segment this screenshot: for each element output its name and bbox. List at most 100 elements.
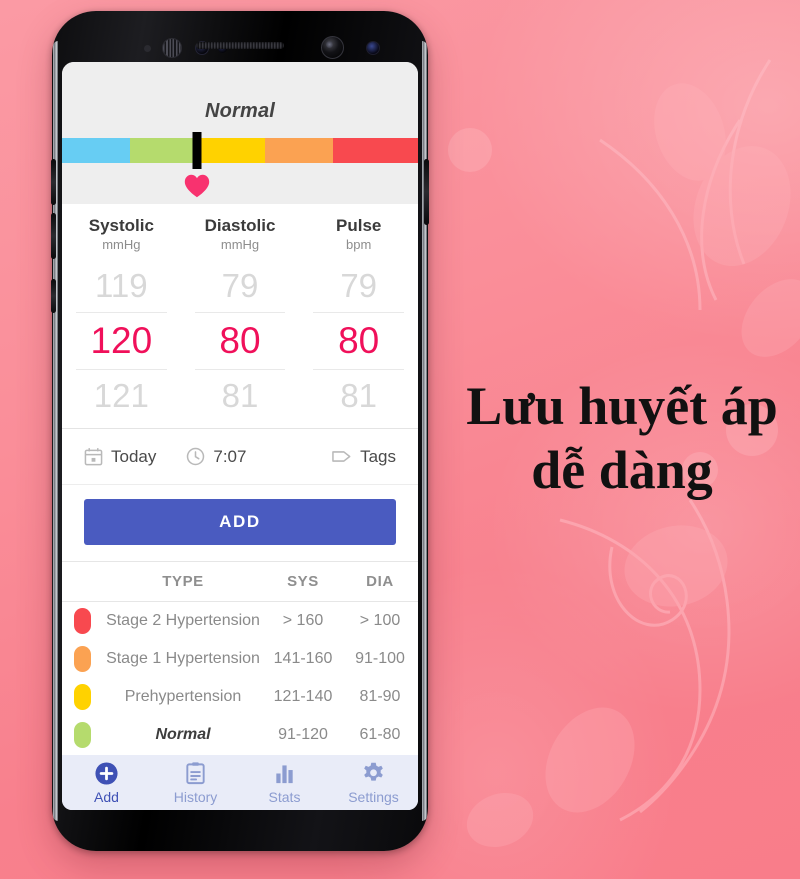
tag-icon — [332, 451, 351, 462]
heart-icon — [185, 174, 210, 198]
table-header-type: TYPE — [162, 573, 204, 590]
picker-unit: mmHg — [220, 237, 260, 252]
date-value: Today — [111, 446, 157, 466]
picker-title: Pulse — [336, 216, 382, 235]
volume-down-button[interactable] — [51, 213, 56, 259]
power-button[interactable] — [424, 159, 429, 225]
measurement-pickers: Systolic mmHg 119 120 121 Diastolic mmHg… — [62, 204, 418, 429]
table-cell-dia: 91-100 — [355, 650, 405, 667]
table-row[interactable]: Stage 1 Hypertension 141-160 91-100 — [62, 640, 418, 678]
headline-line-2: dễ dàng — [531, 439, 713, 500]
nav-label-add: Add — [94, 788, 119, 805]
table-row[interactable]: Normal 91-120 61-80 — [62, 716, 418, 754]
table-row[interactable]: Stage 2 Hypertension > 160 > 100 — [62, 602, 418, 640]
add-button[interactable]: ADD — [84, 499, 396, 545]
headline-line-1: Lưu huyết áp — [466, 376, 778, 436]
picker-previous-value[interactable]: 119 — [62, 260, 181, 312]
table-cell-sys: 91-120 — [278, 726, 328, 743]
nav-item-settings[interactable]: Settings — [329, 761, 418, 805]
time-selector[interactable]: 7:07 — [186, 447, 246, 467]
bottom-navigation-bar: Add History Stats Settings — [62, 755, 418, 810]
table-header-dia: DIA — [366, 573, 394, 590]
iris-scanner-icon — [162, 38, 182, 58]
time-value: 7:07 — [213, 446, 247, 466]
table-cell-sys: 121-140 — [273, 688, 333, 705]
date-selector[interactable]: Today — [84, 447, 156, 467]
table-header-sys: SYS — [287, 573, 319, 590]
phone-right-rail — [422, 41, 427, 821]
picker-current-value[interactable]: 80 — [181, 313, 300, 369]
gauge-category-label: Normal — [204, 100, 276, 122]
gauge-segment — [129, 138, 198, 163]
phone-screen: Normal Systolic mmHg 119 120 121 Diastol… — [62, 62, 418, 810]
table-row-color-cell — [62, 646, 102, 672]
gear-icon — [364, 762, 383, 781]
picker-title: Diastolic — [204, 216, 276, 235]
tags-label: Tags — [360, 446, 396, 466]
picker-current-value[interactable]: 120 — [62, 313, 181, 369]
table-header-row: TYPE SYS DIA — [62, 562, 418, 602]
table-body: Stage 2 Hypertension > 160 > 100 Stage 1 Hy… — [62, 602, 418, 754]
table-cell-type: Stage 1 Hypertension — [106, 650, 260, 667]
nav-label-stats: Stats — [268, 788, 301, 805]
picker-systolic[interactable]: Systolic mmHg 119 120 121 — [62, 215, 181, 422]
entry-meta-row: Today 7:07 Tags — [62, 429, 418, 485]
table-cell-dia: > 100 — [359, 612, 401, 629]
add-circle-icon — [95, 761, 118, 785]
picker-diastolic[interactable]: Diastolic mmHg 79 80 81 — [181, 215, 300, 422]
table-row-color-cell — [62, 722, 102, 748]
blood-pressure-reference-table: TYPE SYS DIA Stage 2 Hypertension > 160 > … — [62, 561, 418, 754]
table-row-color-cell — [62, 608, 102, 634]
category-color-dot — [73, 608, 91, 634]
phone-mockup: Normal Systolic mmHg 119 120 121 Diastol… — [51, 11, 429, 851]
picker-unit: bpm — [346, 237, 372, 252]
calendar-icon — [84, 448, 103, 466]
picker-unit: mmHg — [102, 237, 141, 252]
picker-current-value[interactable]: 80 — [299, 313, 418, 369]
picker-previous-value[interactable]: 79 — [181, 260, 300, 312]
gauge-color-bar — [62, 138, 418, 163]
table-cell-type: Stage 2 Hypertension — [106, 612, 260, 629]
led-indicator-icon — [366, 41, 380, 55]
table-cell-sys: 141-160 — [273, 650, 333, 667]
picker-title: Systolic — [88, 216, 154, 235]
table-row-color-cell — [62, 684, 102, 710]
category-color-dot — [73, 684, 91, 710]
clipboard-icon — [186, 761, 205, 784]
table-cell-sys: > 160 — [282, 612, 324, 629]
add-button-container: ADD — [62, 485, 418, 561]
table-cell-dia: 81-90 — [359, 688, 401, 705]
gauge-segment — [62, 138, 130, 163]
picker-next-value[interactable]: 81 — [299, 370, 418, 422]
nav-item-add[interactable]: Add — [62, 761, 151, 805]
infrared-sensor-icon — [144, 45, 151, 52]
picker-pulse[interactable]: Pulse bpm 79 80 81 — [299, 215, 418, 422]
picker-next-value[interactable]: 81 — [181, 370, 300, 422]
gauge-segment — [264, 138, 333, 163]
category-color-dot — [73, 722, 91, 748]
category-color-dot — [73, 646, 91, 672]
front-camera-icon — [321, 36, 344, 59]
gauge-segment — [332, 138, 418, 163]
headline: Lưu huyết áp dễ dàng — [452, 375, 792, 502]
bar-chart-icon — [276, 764, 293, 783]
picker-next-value[interactable]: 121 — [62, 370, 181, 422]
nav-item-stats[interactable]: Stats — [240, 761, 329, 805]
tags-selector[interactable]: Tags — [331, 447, 396, 467]
blood-pressure-gauge: Normal — [62, 62, 418, 204]
picker-previous-value[interactable]: 79 — [299, 260, 418, 312]
table-cell-dia: 61-80 — [359, 726, 401, 743]
phone-top-bezel — [52, 11, 428, 63]
nav-item-history[interactable]: History — [151, 761, 240, 805]
nav-label-history: History — [173, 788, 218, 805]
volume-up-button[interactable] — [51, 159, 56, 205]
clock-icon — [187, 447, 205, 466]
table-cell-type: Prehypertension — [124, 688, 242, 705]
table-row[interactable]: Prehypertension 121-140 81-90 — [62, 678, 418, 716]
earpiece-speaker — [196, 42, 284, 49]
table-cell-type: Normal — [155, 726, 211, 743]
gauge-segment — [197, 138, 265, 163]
nav-label-settings: Settings — [348, 788, 399, 805]
phone-left-rail — [53, 41, 58, 821]
assistant-button[interactable] — [51, 279, 56, 313]
